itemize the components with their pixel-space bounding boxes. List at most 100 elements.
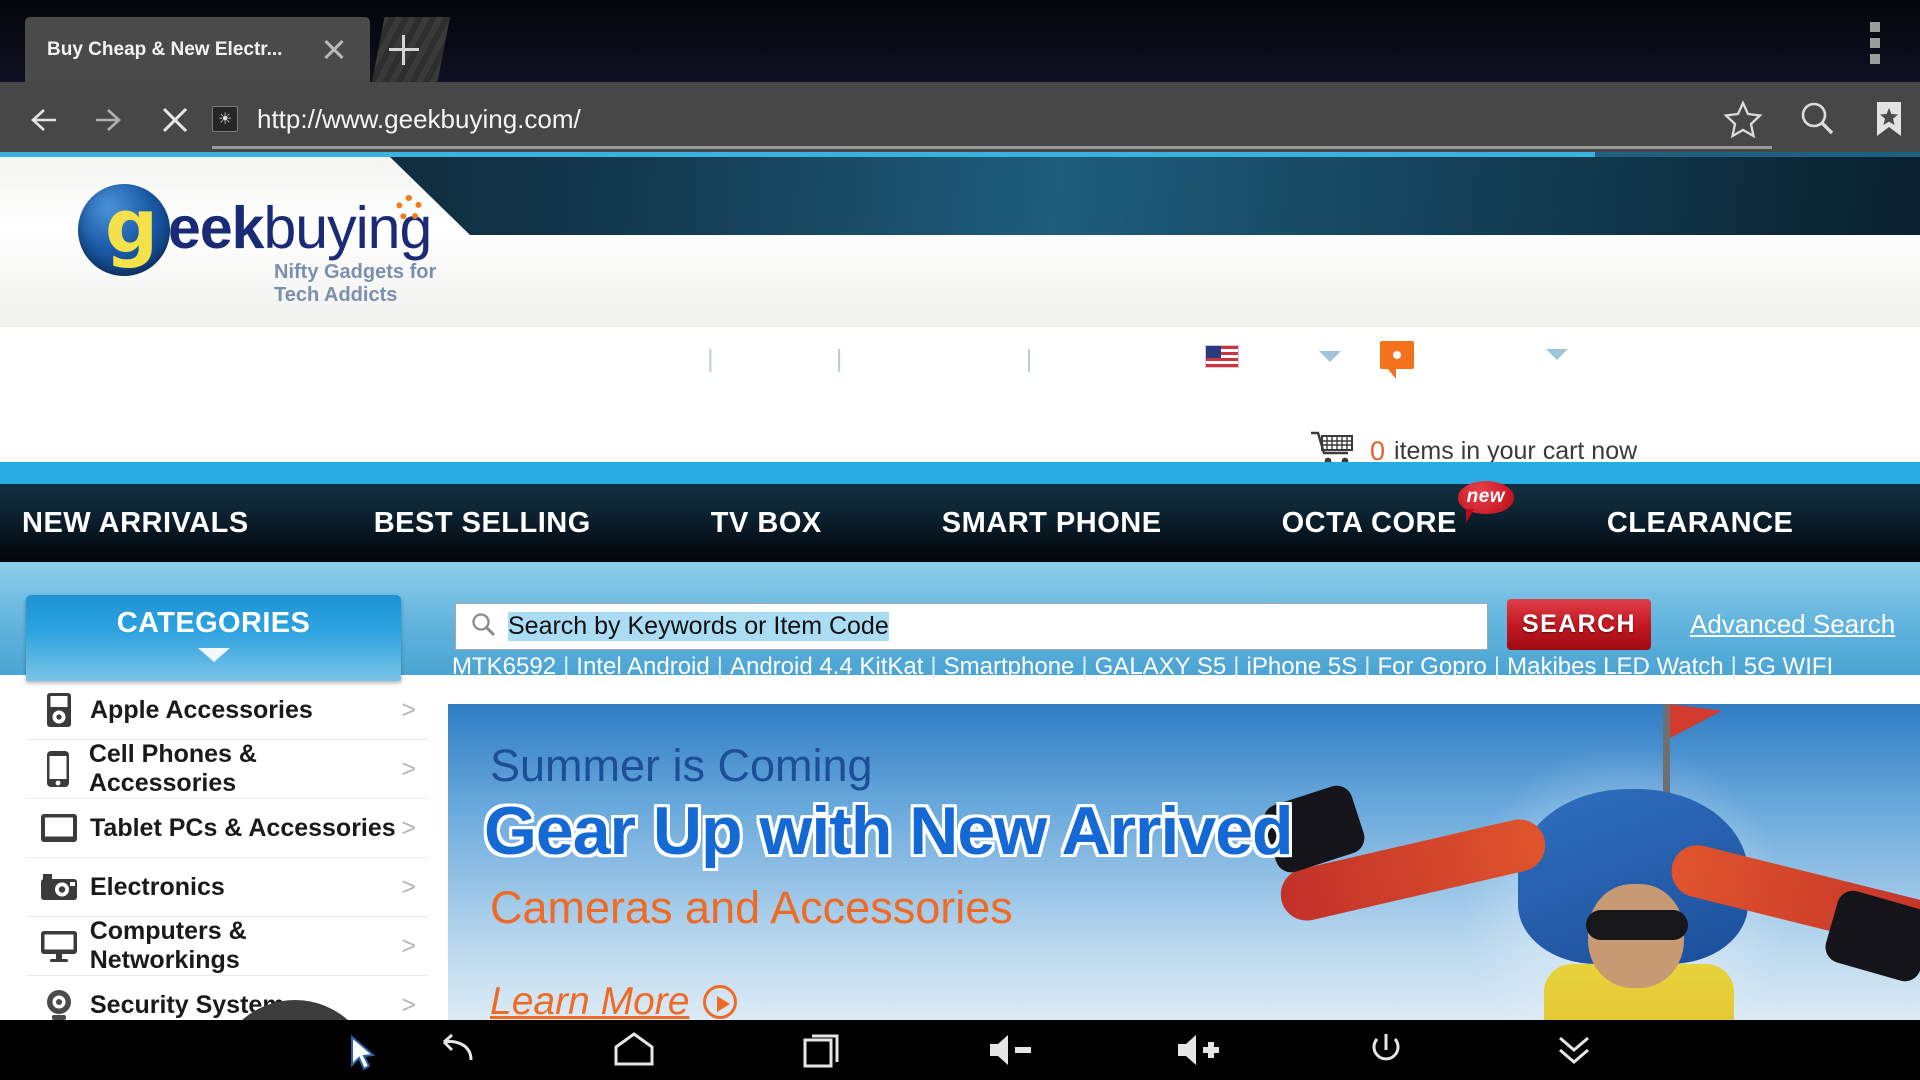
bookmarks-icon[interactable] (1866, 96, 1912, 142)
site-logo[interactable]: g eekbuying Nifty Gadgets for Tech Addic… (78, 179, 468, 306)
sidebar-item-security-system[interactable]: Security System > (26, 976, 428, 1020)
skydiver-primary (1259, 734, 1920, 1020)
advanced-search-link[interactable]: Advanced Search (1690, 609, 1895, 640)
back-button[interactable] (375, 1030, 540, 1070)
android-navigation-bar (0, 1020, 1920, 1080)
chevron-right-icon: > (401, 695, 416, 724)
rss-link[interactable]: Rss (1041, 345, 1084, 373)
monitor-icon (38, 930, 80, 962)
sidebar-item-electronics[interactable]: Electronics > (26, 858, 428, 917)
search-icon[interactable] (1794, 96, 1840, 142)
order-tracking-link[interactable]: Order Tracking (851, 345, 1016, 373)
browser-url-bar: ☀ http://www.geekbuying.com/ (0, 82, 1920, 156)
browser-tab[interactable]: Buy Cheap & New Electr... (25, 17, 370, 82)
sidebar-item-computers[interactable]: Computers & Networkings > (26, 917, 428, 976)
nav-item-octa-core[interactable]: OCTA CORE new (1282, 480, 1514, 540)
chat-bubble-icon (1380, 340, 1414, 379)
search-input-value: Search by Keywords or Item Code (508, 612, 889, 641)
page-favicon: ☀ (212, 106, 238, 132)
logo-orange-dots-icon (396, 195, 422, 221)
banner-cta-label: Learn More (490, 980, 690, 1020)
nav-item-tv-box[interactable]: TV BOX (711, 507, 822, 540)
web-page-content: g eekbuying Nifty Gadgets for Tech Addic… (0, 157, 1920, 1020)
blue-divider-bar (0, 462, 1920, 484)
logo-wordmark: eekbuying (168, 199, 432, 258)
stop-loading-icon[interactable] (155, 100, 195, 140)
recents-button[interactable] (728, 1030, 916, 1070)
keyword-link[interactable]: Makibes LED Watch (1507, 653, 1724, 680)
banner-line-1: Summer is Coming (490, 740, 873, 791)
nav-item-best-selling[interactable]: BEST SELLING (374, 507, 591, 540)
forward-arrow-icon[interactable] (90, 100, 130, 140)
keyword-link[interactable]: Android 4.4 KitKat (730, 653, 923, 680)
banner-cta[interactable]: Learn More (490, 980, 738, 1020)
plus-icon (389, 35, 419, 65)
mouse-cursor (350, 1034, 376, 1075)
browser-tab-strip: Buy Cheap & New Electr... (0, 0, 1920, 82)
us-flag-icon (1205, 345, 1239, 368)
play-circle-icon (703, 985, 738, 1019)
tablet-icon (38, 813, 80, 843)
camera-icon (38, 873, 80, 901)
new-badge: new (1457, 480, 1514, 523)
url-underline (212, 146, 1772, 149)
logo-circle-g: g (78, 184, 170, 276)
chevron-down-icon (1545, 349, 1568, 360)
phone-icon (38, 750, 79, 788)
back-arrow-icon[interactable] (22, 100, 62, 140)
home-button[interactable] (540, 1030, 728, 1070)
chevron-right-icon: > (401, 872, 416, 901)
ipod-icon (38, 692, 80, 728)
search-button[interactable]: SEARCH (1507, 599, 1651, 650)
url-input[interactable]: ☀ http://www.geekbuying.com/ (212, 95, 1772, 143)
star-icon[interactable] (1720, 96, 1766, 142)
keyword-link[interactable]: For Gopro (1378, 653, 1487, 680)
category-sidebar: Apple Accessories > Cell Phones & Access… (26, 681, 428, 1020)
keyword-link[interactable]: 5G WIFI (1744, 653, 1833, 680)
power-button[interactable] (1292, 1030, 1480, 1070)
skydiver-secondary (1378, 1004, 1738, 1020)
nav-item-clearance[interactable]: CLEARANCE (1607, 507, 1794, 540)
volume-up-button[interactable] (1104, 1030, 1292, 1070)
chevron-right-icon: > (401, 754, 416, 783)
flag-icon (1670, 704, 1722, 738)
site-header: g eekbuying Nifty Gadgets for Tech Addic… (0, 157, 1920, 466)
join-free-link[interactable]: Join Free (723, 345, 827, 373)
tab-title: Buy Cheap & New Electr... (47, 38, 283, 60)
live-chat-label: Live Chat (1424, 340, 1530, 368)
sidebar-item-cell-phones[interactable]: Cell Phones & Accessories > (26, 740, 428, 799)
nav-item-smart-phone[interactable]: SMART PHONE (942, 507, 1162, 540)
sidebar-item-tablet-pcs[interactable]: Tablet PCs & Accessories > (26, 799, 428, 858)
live-chat-selector[interactable]: Live Chat (1380, 340, 1568, 379)
header-top-links: Login | Join Free | Order Tracking | Rss (637, 345, 1085, 373)
search-input[interactable]: Search by Keywords or Item Code (455, 603, 1488, 650)
logo-word-bold: eek (168, 195, 264, 261)
keyword-link[interactable]: Smartphone (944, 653, 1075, 680)
chevron-down-icon (1318, 351, 1341, 362)
keyword-link[interactable]: iPhone 5S (1247, 653, 1358, 680)
chevron-right-icon: > (401, 990, 416, 1019)
categories-label: CATEGORIES (116, 607, 311, 639)
keyword-link[interactable]: GALAXY S5 (1095, 653, 1227, 680)
keyword-links: MTK6592 | Intel Android | Android 4.4 KitKat… (452, 653, 1834, 680)
search-icon (469, 610, 497, 643)
chevron-down-icon (197, 648, 230, 662)
close-icon[interactable] (318, 33, 350, 65)
sidebar-item-apple-accessories[interactable]: Apple Accessories > (26, 681, 428, 740)
keyword-link[interactable]: Intel Android (576, 653, 709, 680)
keyword-link[interactable]: MTK6592 (452, 653, 556, 680)
collapse-button[interactable] (1480, 1030, 1668, 1070)
banner-line-2: Gear Up with New Arrived (484, 793, 1294, 869)
chevron-right-icon: > (401, 813, 416, 842)
volume-down-button[interactable] (916, 1030, 1104, 1070)
currency-selector[interactable]: USD (1205, 342, 1341, 371)
chevron-right-icon: > (401, 931, 416, 960)
login-link[interactable]: Login (637, 345, 698, 373)
logo-letter: g (105, 184, 158, 270)
categories-tab[interactable]: CATEGORIES (26, 595, 401, 681)
kebab-menu-icon[interactable] (1870, 22, 1880, 70)
new-tab-button[interactable] (372, 17, 450, 82)
main-navigation: NEW ARRIVALS BEST SELLING TV BOX SMART P… (0, 462, 1920, 562)
promo-banner[interactable]: Summer is Coming Gear Up with New Arrive… (448, 704, 1920, 1020)
nav-item-new-arrivals[interactable]: NEW ARRIVALS (22, 507, 249, 540)
